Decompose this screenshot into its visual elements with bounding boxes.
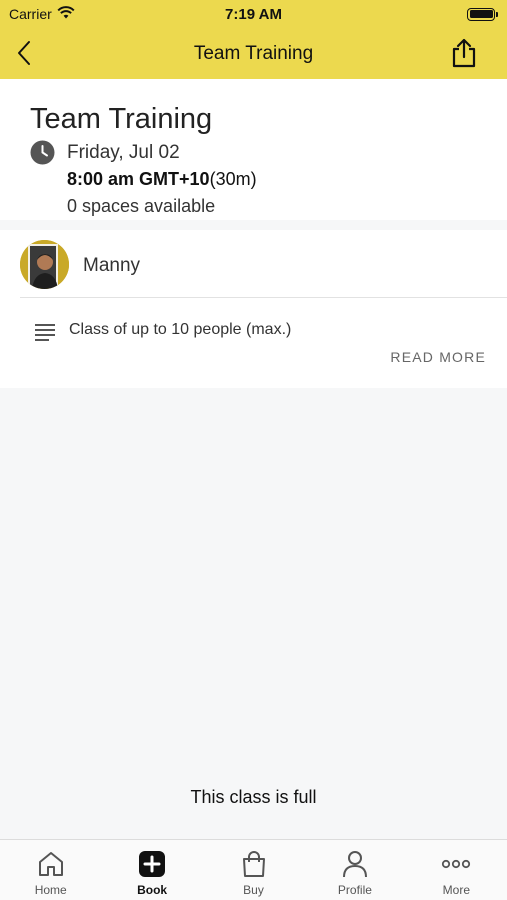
navbar: Team Training [0,28,507,79]
wifi-icon [57,6,75,22]
more-dots-icon [442,859,471,869]
battery-icon [467,7,498,21]
class-time-row: 8:00 am GMT+10(30m) [67,169,257,190]
tab-profile[interactable]: Profile [304,840,405,900]
plus-square-icon [139,851,166,877]
share-icon [452,38,476,68]
tab-label-profile: Profile [337,883,372,897]
instructor-name: Manny [83,255,141,276]
class-duration: (30m) [209,169,257,189]
back-button[interactable] [12,38,36,68]
status-time: 7:19 AM [225,5,282,23]
text-lines-icon [35,324,55,341]
read-more-link[interactable]: READ MORE [390,349,486,365]
tab-home[interactable]: Home [0,840,101,900]
tab-bar: Home Book Buy Profile More [0,839,507,900]
clock-icon [30,140,55,165]
share-button[interactable] [449,37,479,69]
tab-book[interactable]: Book [101,840,202,900]
details-section: Manny Class of up to 10 people (max.) RE… [0,230,507,388]
class-description: Class of up to 10 people (max.) [69,321,292,338]
home-icon [38,852,63,876]
class-title: Team Training [30,103,213,135]
avatar [20,240,69,289]
tab-label-buy: Buy [243,883,264,897]
class-date: Friday, Jul 02 [67,142,180,163]
nav-title: Team Training [193,42,314,64]
tab-label-home: Home [34,883,67,897]
tab-buy[interactable]: Buy [203,840,304,900]
tab-more[interactable]: More [406,840,507,900]
class-info-card: Team Training Friday, Jul 02 8:00 am GMT… [0,79,507,220]
class-time: 8:00 am GMT+10 [67,169,210,189]
carrier-label: Carrier [9,6,52,22]
tab-label-book: Book [137,883,168,897]
tab-label-more: More [442,883,470,897]
person-icon [342,851,367,878]
bag-icon [242,851,265,877]
instructor-row[interactable]: Manny [20,240,507,298]
class-full-message: This class is full [190,787,317,807]
header: Carrier 7:19 AM Team Training [0,0,507,79]
chevron-left-icon [18,41,30,65]
spaces-available: 0 spaces available [67,196,216,216]
status-bar: Carrier 7:19 AM [0,0,507,28]
